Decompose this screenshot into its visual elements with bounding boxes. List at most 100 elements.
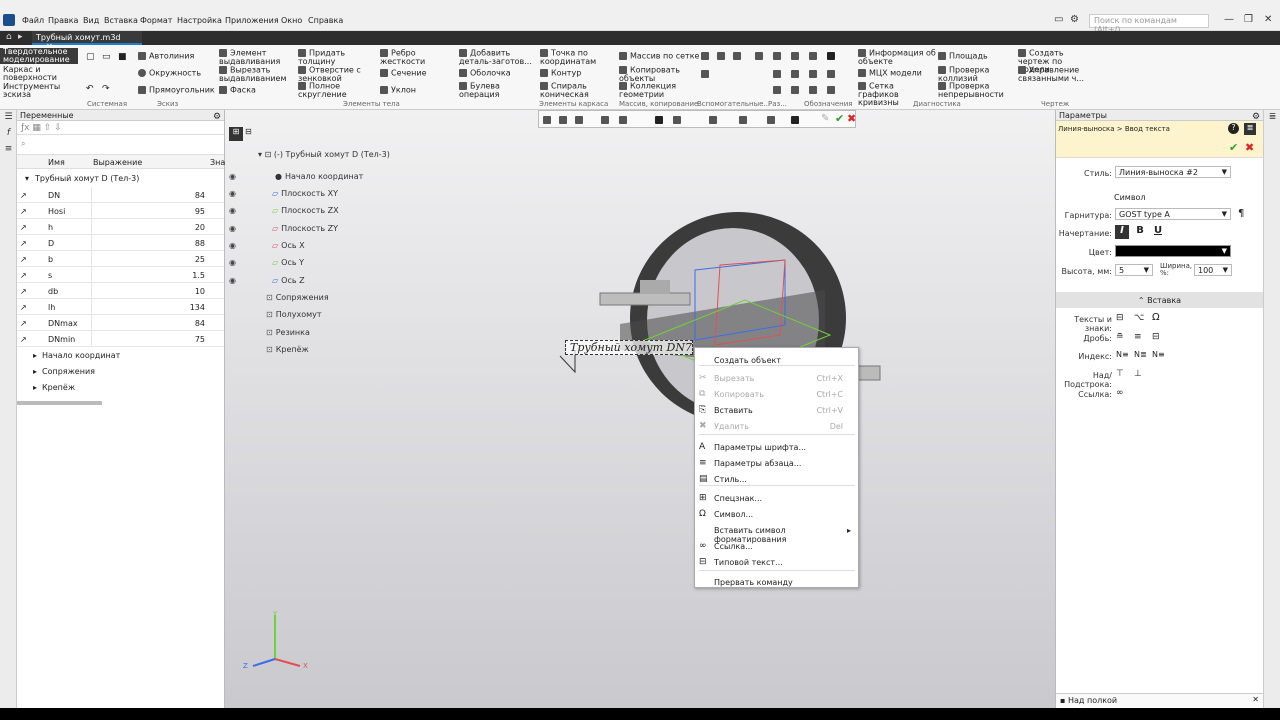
height-input[interactable]: 5 ▼: [1115, 264, 1153, 276]
variables-search-icon[interactable]: ⌕: [17, 135, 224, 155]
fraction-2-icon[interactable]: ≡: [1134, 332, 1142, 342]
grid-array-button[interactable]: Массив по сетке: [619, 52, 699, 61]
aux-axis-icon[interactable]: [717, 52, 725, 60]
notation-mark-icon[interactable]: [809, 70, 817, 78]
size-radial-icon[interactable]: [773, 52, 781, 60]
view-snap-icon[interactable]: [767, 116, 775, 124]
pin-icon[interactable]: ▸: [18, 32, 23, 42]
insert-symbol-icon[interactable]: Ω: [1152, 312, 1160, 323]
chamfer-button[interactable]: Фаска: [219, 86, 256, 95]
area-button[interactable]: Площадь: [938, 52, 988, 61]
variables-group-row[interactable]: ▾ Трубный хомут D (Тел-3): [17, 171, 224, 185]
tree-item[interactable]: ⊡ Сопряжения: [266, 293, 329, 302]
insert-special-icon[interactable]: ⌥: [1134, 313, 1144, 323]
variable-row[interactable]: ↗ DNmax 84: [17, 315, 224, 331]
rib-button[interactable]: Ребро жесткости: [380, 49, 440, 66]
context-item[interactable]: ⊟ Типовой текст...: [695, 554, 859, 570]
layers-icon[interactable]: ≡: [3, 144, 14, 155]
mode-surface-button[interactable]: Каркас и поверхности: [3, 66, 78, 82]
new-file-icon[interactable]: ▢: [86, 52, 95, 62]
menu-format[interactable]: Формат: [140, 16, 172, 25]
size-line-icon[interactable]: [755, 52, 763, 60]
visibility-eye-icon[interactable]: ◉: [229, 206, 236, 215]
params-cancel-icon[interactable]: ✖: [1245, 141, 1254, 154]
variable-row[interactable]: ↗ h 20: [17, 219, 224, 235]
thicken-button[interactable]: Придать толщину: [298, 49, 366, 66]
leader-line-icon[interactable]: [827, 52, 835, 60]
view-orient-icon[interactable]: [543, 116, 551, 124]
tree-item[interactable]: ⊡ Полухомут: [266, 310, 322, 319]
variable-row[interactable]: ↗ Hosi 95: [17, 203, 224, 219]
table-icon[interactable]: ▦: [32, 123, 41, 133]
context-item[interactable]: ⊞ Спецзнак...: [695, 490, 859, 506]
params-apply-icon[interactable]: ✔: [1229, 141, 1238, 154]
index-1-icon[interactable]: N≡: [1116, 350, 1129, 359]
tree-item[interactable]: ⊡ Резинка: [266, 328, 310, 337]
aux-line-icon[interactable]: [701, 70, 709, 78]
mode-solid-button[interactable]: Твердотельное моделирование: [0, 48, 78, 64]
doc-tab[interactable]: Трубный хомут.m3d ✕: [32, 31, 142, 51]
variables-settings-icon[interactable]: ⚙: [213, 112, 221, 122]
object-info-button[interactable]: Информация об объекте: [858, 49, 936, 66]
apply-icon[interactable]: ✔: [835, 112, 844, 125]
menu-help[interactable]: Справка: [308, 16, 343, 25]
tree-item[interactable]: ▱ Ось Y: [272, 258, 304, 267]
settings-icon[interactable]: ⚙: [1070, 14, 1079, 25]
rectangle-button[interactable]: Прямоугольник: [138, 86, 215, 95]
view-wire-icon[interactable]: [673, 116, 681, 124]
width-input[interactable]: 100 ▼: [1194, 264, 1232, 276]
autoline-button[interactable]: Автолиния: [138, 52, 194, 61]
context-item[interactable]: Создать объект: [695, 352, 859, 368]
notation-text-icon[interactable]: [827, 86, 835, 94]
tree-item[interactable]: ▱ Плоскость ZX: [272, 206, 339, 215]
context-item[interactable]: Ω Символ...: [695, 506, 859, 522]
color-select[interactable]: ▼: [1115, 245, 1231, 257]
visibility-eye-icon[interactable]: ◉: [229, 224, 236, 233]
subgroup-row[interactable]: ▸ Крепёж: [17, 379, 224, 395]
insert-section-header[interactable]: ⌃ Вставка: [1056, 292, 1263, 308]
tree-toggle-icon[interactable]: ⊞: [229, 127, 243, 141]
aux-point-icon[interactable]: [733, 52, 741, 60]
view-pan-icon[interactable]: [601, 116, 609, 124]
view-section-icon[interactable]: [709, 116, 717, 124]
variables-icon[interactable]: f: [3, 128, 14, 139]
cancel-icon[interactable]: ✖: [847, 112, 856, 125]
manage-linked-button[interactable]: Управление связанными ч...: [1018, 66, 1096, 83]
col-name[interactable]: Имя: [48, 158, 65, 167]
notation-axis-icon[interactable]: [809, 86, 817, 94]
mode-sketch-button[interactable]: Инструменты эскиза: [3, 83, 78, 99]
view-zoom-icon[interactable]: [575, 116, 583, 124]
tree-item[interactable]: ● Начало координат: [275, 172, 363, 181]
menu-settings[interactable]: Настройка: [177, 16, 222, 25]
group-expand-icon[interactable]: ▾: [25, 174, 29, 183]
menu-insert[interactable]: Вставка: [104, 16, 138, 25]
extrude-button[interactable]: Элемент выдавливания: [219, 49, 291, 66]
context-item[interactable]: ▤ Стиль...: [695, 471, 859, 487]
variable-row[interactable]: ↗ DN 84: [17, 187, 224, 203]
paragraph-icon[interactable]: ¶: [1238, 208, 1244, 219]
index-2-icon[interactable]: N≣: [1134, 350, 1147, 359]
conic-spiral-button[interactable]: Спираль коническая: [540, 82, 610, 99]
size-arc-icon[interactable]: [773, 86, 781, 94]
model-viewport[interactable]: Y X Z Трубный хомут DN75... ⊞ ⊟ ✎ ✔ ✖: [225, 110, 1055, 708]
minimize-icon[interactable]: —: [1224, 14, 1234, 25]
boolean-button[interactable]: Булева операция: [459, 82, 519, 99]
context-item[interactable]: A Параметры шрифта...: [695, 439, 859, 455]
restore-icon[interactable]: ❐: [1244, 14, 1253, 25]
redo-icon[interactable]: ↷: [102, 84, 110, 94]
properties-icon[interactable]: ≣: [1267, 112, 1278, 123]
params-menu-icon[interactable]: ≣: [1244, 123, 1256, 135]
view-rotate-icon[interactable]: [619, 116, 627, 124]
link-icon[interactable]: ∞: [1116, 388, 1124, 398]
continuity-check-button[interactable]: Проверка непрерывности: [938, 82, 1012, 99]
index-3-icon[interactable]: N≡: [1152, 350, 1165, 359]
subgroup-row[interactable]: ▸ Сопряжения: [17, 363, 224, 379]
context-item[interactable]: Вставить символ форматирования ▸: [695, 522, 859, 544]
notation-rough-icon[interactable]: [791, 52, 799, 60]
expand-icon[interactable]: ▾: [258, 150, 262, 159]
variable-row[interactable]: ↗ lh 134: [17, 299, 224, 315]
notation-weld-icon[interactable]: [791, 86, 799, 94]
command-search-input[interactable]: Поиск по командам (Alt+/): [1089, 14, 1209, 34]
size-angle-icon[interactable]: [773, 70, 781, 78]
tree-icon[interactable]: ☰: [3, 112, 14, 123]
